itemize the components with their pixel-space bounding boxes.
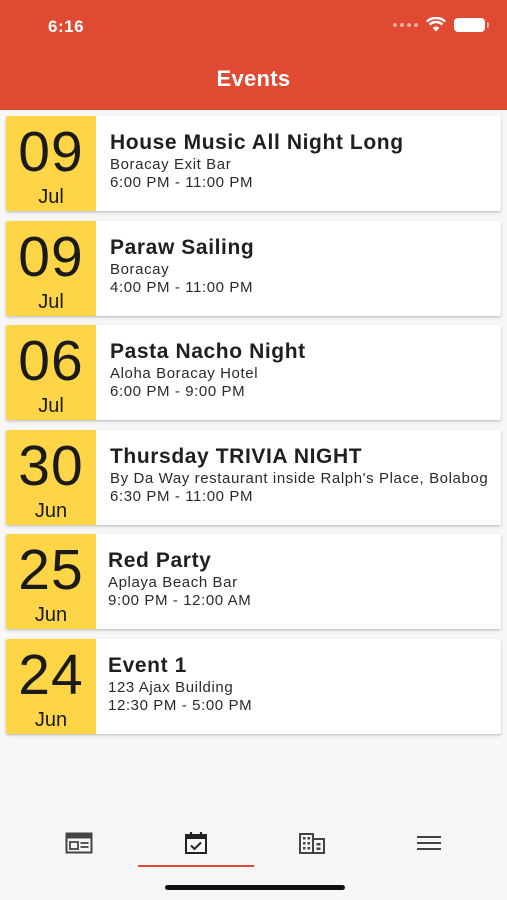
event-venue: 123 Ajax Building <box>108 678 234 696</box>
event-day: 24 <box>18 642 84 707</box>
news-icon <box>65 832 93 854</box>
event-card[interactable]: 06 Jul Pasta Nacho Night Aloha Boracay H… <box>6 325 501 420</box>
event-info: Pasta Nacho Night Aloha Boracay Hotel 6:… <box>110 339 491 401</box>
event-card[interactable]: 09 Jul House Music All Night Long Boraca… <box>6 116 501 211</box>
event-card[interactable]: 25 Jun Red Party Aplaya Beach Bar 9:00 P… <box>6 534 501 629</box>
event-month: Jul <box>38 186 64 208</box>
event-month: Jun <box>34 604 68 626</box>
event-date-badge: 06 Jul <box>6 325 96 420</box>
event-info: Thursday TRIVIA NIGHT By Da Way restaura… <box>110 444 491 506</box>
event-info: House Music All Night Long Boracay Exit … <box>110 130 491 192</box>
event-hours: 6:00 PM - 9:00 PM <box>110 383 246 400</box>
active-tab-indicator <box>138 865 254 867</box>
event-day: 09 <box>18 224 84 289</box>
event-info: Paraw Sailing Boracay 4:00 PM - 11:00 PM <box>110 235 491 297</box>
event-card[interactable]: 09 Jul Paraw Sailing Boracay 4:00 PM - 1… <box>6 220 501 316</box>
event-hours: 6:00 PM - 11:00 PM <box>110 174 254 191</box>
event-venue: Aplaya Beach Bar <box>108 574 238 591</box>
battery-icon <box>454 17 489 32</box>
event-date-badge: 09 Jul <box>6 220 96 316</box>
event-info: Event 1 123 Ajax Building 12:30 PM - 5:0… <box>108 653 491 715</box>
wifi-icon <box>426 17 446 32</box>
tab-menu[interactable] <box>370 818 488 868</box>
event-month: Jun <box>34 499 68 522</box>
status-time: 6:16 <box>48 17 85 36</box>
menu-icon <box>417 836 441 850</box>
event-name: Paraw Sailing <box>110 235 255 259</box>
event-venue: By Da Way restaurant inside Ralph's Plac… <box>110 469 489 487</box>
event-date-badge: 30 Jun <box>6 429 96 525</box>
event-month: Jul <box>38 290 64 313</box>
event-card[interactable]: 24 Jun Event 1 123 Ajax Building 12:30 P… <box>6 638 501 734</box>
event-name: Thursday TRIVIA NIGHT <box>110 444 363 468</box>
event-name: Pasta Nacho Night <box>110 340 306 363</box>
event-hours: 6:30 PM - 11:00 PM <box>110 487 254 505</box>
tab-news[interactable] <box>20 818 138 868</box>
app-header: 6:16 Events <box>0 0 507 110</box>
event-venue: Aloha Boracay Hotel <box>110 365 259 382</box>
event-name: Red Party <box>108 549 212 572</box>
status-icons <box>393 17 489 32</box>
calendar-check-icon <box>185 832 207 854</box>
event-hours: 12:30 PM - 5:00 PM <box>108 696 253 714</box>
status-bar: 6:16 <box>0 0 507 54</box>
event-hours: 4:00 PM - 11:00 PM <box>110 278 254 296</box>
event-name: House Music All Night Long <box>110 131 404 154</box>
event-day: 30 <box>18 433 84 498</box>
events-list: 09 Jul House Music All Night Long Boraca… <box>6 116 501 743</box>
event-name: Event 1 <box>108 653 187 677</box>
event-date-badge: 09 Jul <box>6 116 96 211</box>
business-directory-icon <box>299 833 325 854</box>
event-date-badge: 25 Jun <box>6 534 96 629</box>
home-indicator[interactable] <box>165 885 345 890</box>
event-card[interactable]: 30 Jun Thursday TRIVIA NIGHT By Da Way r… <box>6 429 501 525</box>
cellular-signal-icon <box>393 22 418 27</box>
event-day: 09 <box>18 120 84 184</box>
event-date-badge: 24 Jun <box>6 638 96 734</box>
event-hours: 9:00 PM - 12:00 AM <box>108 592 252 609</box>
event-month: Jun <box>34 708 68 731</box>
event-venue: Boracay Exit Bar <box>110 156 232 173</box>
event-info: Red Party Aplaya Beach Bar 9:00 PM - 12:… <box>108 548 491 610</box>
tab-directory[interactable] <box>253 818 371 868</box>
event-month: Jul <box>38 395 64 417</box>
event-day: 06 <box>18 329 84 393</box>
page-title: Events <box>216 66 291 91</box>
event-venue: Boracay <box>110 260 170 278</box>
event-day: 25 <box>18 538 84 602</box>
tab-events[interactable] <box>137 818 255 868</box>
